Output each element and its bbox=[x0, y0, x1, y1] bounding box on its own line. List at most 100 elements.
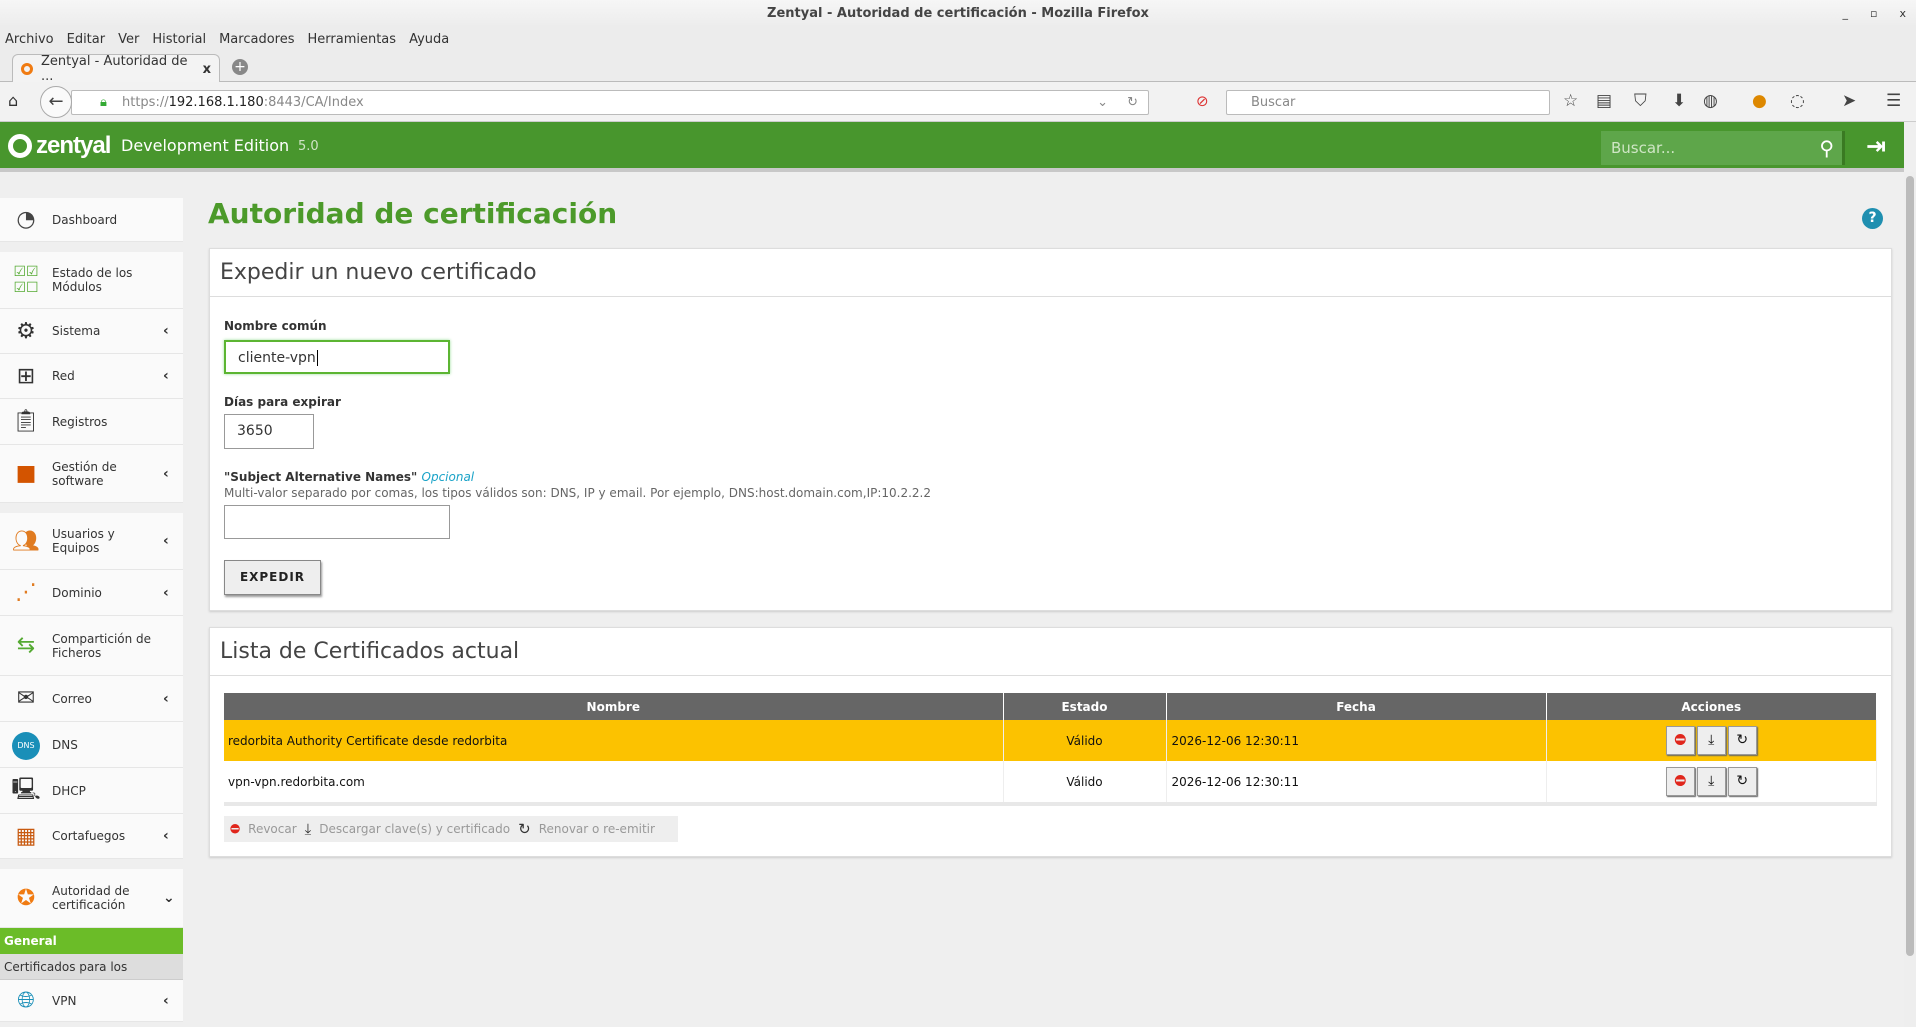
expedir-button[interactable]: EXPEDIR bbox=[224, 560, 321, 595]
sidebar-item-dns[interactable]: DNSDNS bbox=[0, 722, 183, 768]
san-label-text: "Subject Alternative Names" bbox=[224, 470, 417, 484]
app-search-input[interactable]: Buscar...⚲ bbox=[1601, 131, 1845, 165]
blocked-content-icon[interactable]: ⊘ bbox=[1196, 92, 1209, 110]
download-button[interactable]: ⤓ bbox=[1697, 726, 1726, 755]
close-button[interactable]: x bbox=[1899, 7, 1906, 20]
common-name-input[interactable]: cliente-vpn bbox=[224, 340, 450, 374]
renew-button[interactable]: ↻ bbox=[1728, 726, 1757, 755]
menu-ver[interactable]: Ver bbox=[118, 32, 139, 47]
menu-bar: Archivo Editar Ver Historial Marcadores … bbox=[0, 27, 1916, 52]
menu-marcadores[interactable]: Marcadores bbox=[219, 32, 294, 47]
sidebar: ◔Dashboard ☑☑☑☐Estado de los Módulos ⚙Si… bbox=[0, 198, 183, 1022]
scrollbar-thumb[interactable] bbox=[1906, 176, 1914, 956]
search-icon[interactable]: ⚲ bbox=[1819, 131, 1834, 165]
sidebar-item-module-status[interactable]: ☑☑☑☐Estado de los Módulos bbox=[0, 252, 183, 309]
users-icon: 👥︎ bbox=[0, 529, 52, 554]
san-label: "Subject Alternative Names" Opcional bbox=[224, 470, 474, 484]
cert-actions: ⛔︎⤓↻ bbox=[1546, 761, 1877, 804]
sidebar-label: Dominio bbox=[52, 586, 163, 600]
revoke-button[interactable]: ⛔︎ bbox=[1666, 726, 1695, 755]
page-scrollbar[interactable] bbox=[1904, 172, 1916, 1027]
dns-icon: DNS bbox=[0, 729, 52, 760]
san-input[interactable] bbox=[224, 505, 450, 539]
zentyal-logo[interactable]: zentyal bbox=[8, 132, 110, 160]
reload-icon[interactable]: ↻ bbox=[1127, 91, 1138, 114]
sidebar-item-autoridad[interactable]: ✪Autoridad de certificación⌄ bbox=[0, 869, 183, 928]
minimize-button[interactable]: _ bbox=[1843, 7, 1849, 20]
sidebar-item-dhcp[interactable]: 🖳DHCP bbox=[0, 768, 183, 814]
help-icon[interactable]: ? bbox=[1862, 208, 1883, 229]
tab-close-icon[interactable]: x bbox=[203, 62, 211, 77]
maximize-button[interactable]: ▫ bbox=[1870, 7, 1877, 20]
tab-zentyal[interactable]: Zentyal - Autoridad de ... x bbox=[12, 54, 220, 83]
download-icon[interactable]: ⬇ bbox=[1672, 91, 1686, 111]
menu-ayuda[interactable]: Ayuda bbox=[409, 32, 449, 47]
sidebar-subitem-certificados-servicios[interactable]: Certificados para los servicios bbox=[0, 954, 183, 980]
column-header-acciones: Acciones bbox=[1546, 693, 1877, 720]
clipboard-icon: 📋︎ bbox=[0, 409, 52, 434]
hamburger-menu-icon[interactable]: ☰ bbox=[1886, 91, 1901, 111]
url-dropdown-icon[interactable]: ⌄ bbox=[1097, 91, 1108, 114]
browser-search-input[interactable]: Buscar bbox=[1226, 90, 1550, 115]
sidebar-label: Compartición de Ficheros bbox=[52, 632, 183, 660]
logout-icon[interactable]: ⇥ bbox=[1866, 132, 1886, 160]
sidebar-item-vpn[interactable]: 🌐︎VPN‹ bbox=[0, 980, 183, 1022]
tab-bar: Zentyal - Autoridad de ... x + bbox=[0, 52, 1916, 82]
extension-icon[interactable]: ● bbox=[1752, 91, 1767, 111]
sidebar-label: Dashboard bbox=[52, 213, 183, 227]
pocket-icon[interactable]: ⛉ bbox=[1634, 91, 1647, 111]
column-header-estado: Estado bbox=[1003, 693, 1166, 720]
home-icon[interactable]: ⌂ bbox=[8, 91, 18, 110]
cookie-icon[interactable]: ◌ bbox=[1790, 91, 1805, 111]
dhcp-icon: 🖳 bbox=[0, 772, 52, 810]
package-icon: ■ bbox=[0, 461, 52, 486]
new-tab-button[interactable]: + bbox=[232, 59, 248, 75]
chevron-left-icon: ‹ bbox=[163, 828, 183, 844]
sidebar-item-sistema[interactable]: ⚙Sistema‹ bbox=[0, 309, 183, 354]
sidebar-item-dashboard[interactable]: ◔Dashboard bbox=[0, 198, 183, 242]
url-bar[interactable]: https://192.168.1.180:8443/CA/Index ⌄ ↻ … bbox=[71, 90, 1149, 115]
optional-tag: Opcional bbox=[422, 470, 475, 484]
sidebar-item-software[interactable]: ■Gestión de software‹ bbox=[0, 445, 183, 503]
menu-herramientas[interactable]: Herramientas bbox=[308, 32, 397, 47]
sidebar-item-ficheros[interactable]: ⇆Compartición de Ficheros bbox=[0, 616, 183, 676]
revoke-button[interactable]: ⛔︎ bbox=[1666, 767, 1695, 796]
chevron-left-icon: ‹ bbox=[163, 466, 183, 482]
sidebar-item-registros[interactable]: 📋︎Registros bbox=[0, 399, 183, 445]
sidebar-item-cortafuegos[interactable]: ▦Cortafuegos‹ bbox=[0, 814, 183, 859]
sidebar-item-usuarios[interactable]: 👥︎Usuarios y Equipos‹ bbox=[0, 513, 183, 570]
actions-legend: ⛔︎Revocar ⤓Descargar clave(s) y certific… bbox=[224, 816, 678, 842]
zentyal-favicon-icon bbox=[21, 63, 33, 75]
days-input[interactable]: 3650 bbox=[224, 414, 314, 449]
sidebar-label: Red bbox=[52, 369, 163, 383]
chevron-left-icon: ‹ bbox=[163, 691, 183, 707]
sidebar-item-dominio[interactable]: ⋰Dominio‹ bbox=[0, 570, 183, 616]
cert-name: redorbita Authority Certificate desde re… bbox=[224, 720, 1003, 761]
reading-list-icon[interactable]: ▤ bbox=[1596, 91, 1612, 111]
sidebar-item-correo[interactable]: ✉Correo‹ bbox=[0, 676, 183, 722]
renew-button[interactable]: ↻ bbox=[1728, 767, 1757, 796]
edition-label: Development Edition bbox=[121, 136, 289, 155]
globe-extension-icon[interactable]: ◍ bbox=[1703, 91, 1718, 111]
back-button[interactable]: ← bbox=[40, 86, 72, 118]
sidebar-label: Registros bbox=[52, 415, 183, 429]
cert-name: vpn-vpn.redorbita.com bbox=[224, 761, 1003, 804]
download-button[interactable]: ⤓ bbox=[1697, 767, 1726, 796]
legend-revoke: Revocar bbox=[248, 822, 297, 836]
sidebar-label: Gestión de software bbox=[52, 460, 163, 488]
network-icon: ⊞ bbox=[0, 364, 52, 389]
bookmark-star-icon[interactable]: ☆ bbox=[1563, 91, 1578, 111]
download-icon: ⤓ bbox=[305, 820, 312, 838]
sidebar-item-red[interactable]: ⊞Red‹ bbox=[0, 354, 183, 399]
cert-status: Válido bbox=[1003, 761, 1166, 804]
menu-archivo[interactable]: Archivo bbox=[5, 32, 54, 47]
chevron-left-icon: ‹ bbox=[163, 323, 183, 339]
table-row: redorbita Authority Certificate desde re… bbox=[224, 720, 1877, 761]
menu-historial[interactable]: Historial bbox=[152, 32, 206, 47]
column-header-fecha: Fecha bbox=[1166, 693, 1546, 720]
send-icon[interactable]: ➤ bbox=[1842, 91, 1856, 111]
gear-icon: ⚙ bbox=[0, 319, 52, 344]
menu-editar[interactable]: Editar bbox=[67, 32, 106, 47]
sidebar-subitem-general[interactable]: General bbox=[0, 928, 183, 954]
sidebar-label: DHCP bbox=[52, 784, 183, 798]
